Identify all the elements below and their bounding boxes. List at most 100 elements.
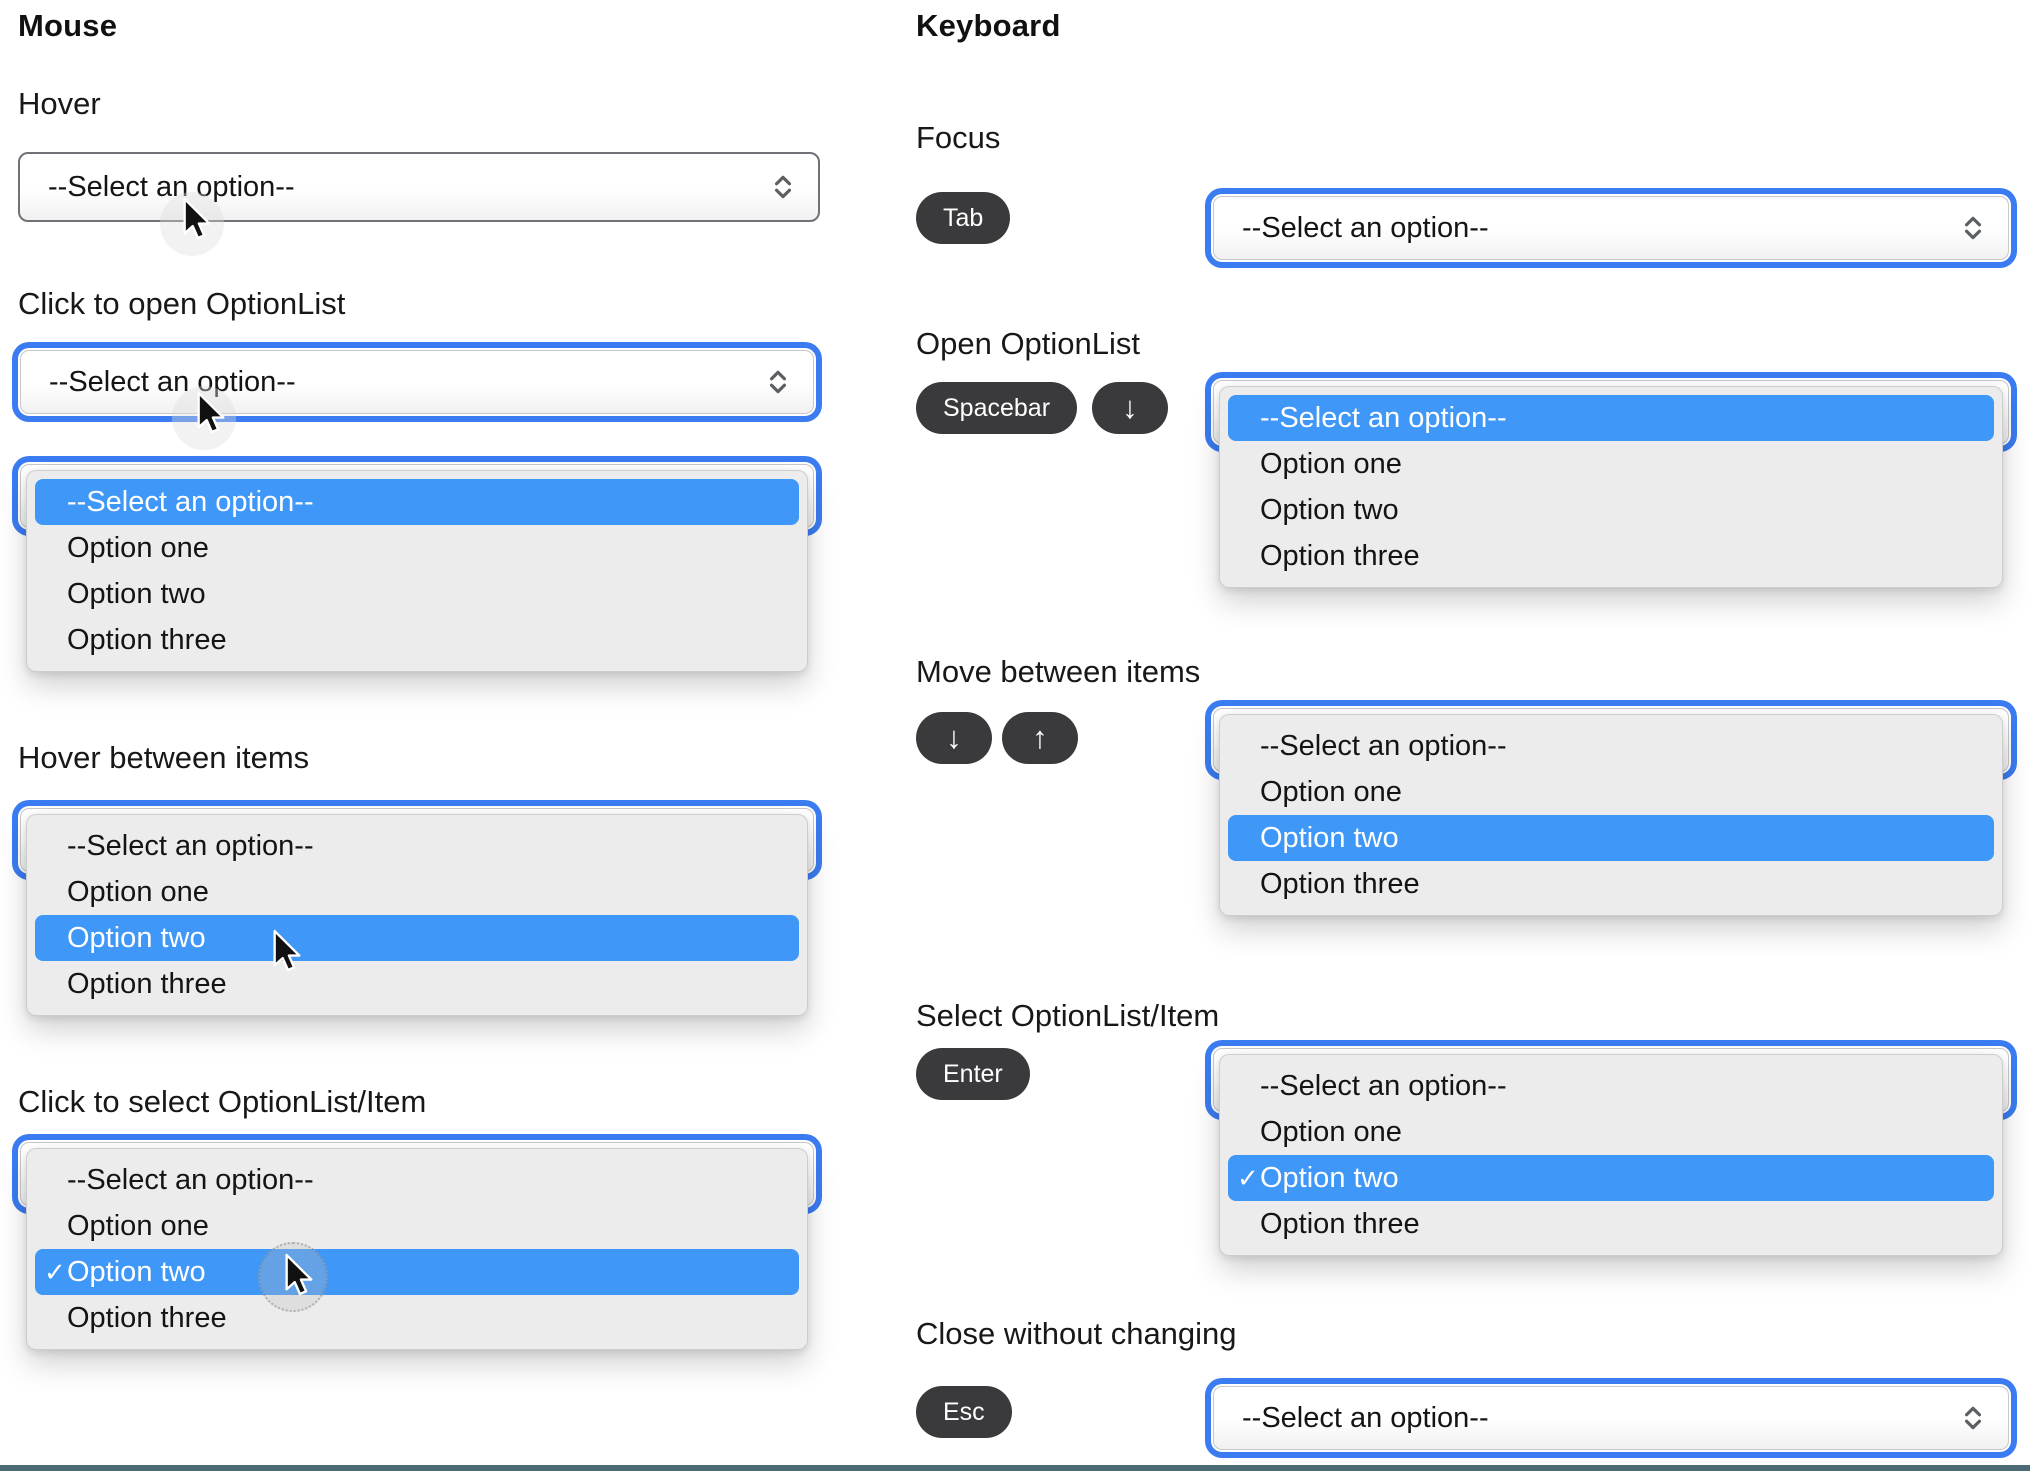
option-label: --Select an option--	[67, 829, 314, 862]
option-label: Option three	[1260, 867, 1420, 900]
optionlist-click-select[interactable]: --Select an option-- Option one ✓ Option…	[12, 1134, 822, 1350]
label-move-items: Move between items	[916, 654, 1201, 689]
select-hover-demo[interactable]: --Select an option--	[18, 152, 820, 222]
option-item[interactable]: Option one	[1228, 1109, 1994, 1155]
option-item[interactable]: Option three	[35, 1295, 799, 1341]
key-spacebar: Spacebar	[916, 382, 1078, 434]
option-label: Option three	[67, 623, 227, 656]
label-click-open: Click to open OptionList	[18, 286, 346, 321]
option-label: Option two	[1260, 821, 1399, 854]
label-hover-items: Hover between items	[18, 740, 310, 775]
option-label: Option two	[1260, 493, 1399, 526]
option-item[interactable]: Option one	[1228, 769, 1994, 815]
option-label: Option one	[67, 875, 209, 908]
bottom-divider	[0, 1465, 2030, 1471]
option-item[interactable]: ✓ Option two	[1228, 1155, 1994, 1201]
key-arrow-down: ↓	[916, 712, 992, 764]
select-value: --Select an option--	[48, 170, 295, 203]
optionlist-click-open[interactable]: --Select an option-- Option one Option t…	[12, 456, 822, 672]
key-esc: Esc	[916, 1386, 1012, 1438]
label-click-select: Click to select OptionList/Item	[18, 1084, 427, 1119]
section-title-keyboard: Keyboard	[916, 8, 1061, 43]
chevron-updown-icon	[769, 370, 787, 394]
option-label: --Select an option--	[67, 1163, 314, 1196]
key-label: Enter	[943, 1059, 1003, 1088]
optionlist-keyboard-open[interactable]: --Select an option-- Option one Option t…	[1205, 372, 2017, 588]
option-label: Option one	[67, 531, 209, 564]
key-arrow-up: ↑	[1002, 712, 1078, 764]
mouse-cursor-icon	[273, 929, 301, 972]
arrow-down-icon: ↓	[946, 720, 962, 755]
key-label: Spacebar	[943, 393, 1051, 422]
arrow-up-icon: ↑	[1032, 720, 1048, 755]
section-title-mouse: Mouse	[18, 8, 118, 43]
select-focus-demo[interactable]: --Select an option--	[1205, 188, 2017, 268]
key-arrow-down: ↓	[1092, 382, 1168, 434]
mouse-cursor-icon	[285, 1253, 313, 1296]
option-label: Option three	[67, 967, 227, 1000]
option-item[interactable]: --Select an option--	[1228, 723, 1994, 769]
option-label: Option two	[67, 1255, 206, 1288]
option-item[interactable]: Option two	[35, 571, 799, 617]
option-item[interactable]: Option two	[1228, 487, 1994, 533]
select-value: --Select an option--	[49, 365, 296, 398]
option-label: Option one	[1260, 775, 1402, 808]
option-item[interactable]: --Select an option--	[1228, 395, 1994, 441]
option-item[interactable]: Option three	[35, 961, 799, 1007]
select-close-demo[interactable]: --Select an option--	[1205, 1378, 2017, 1458]
label-open-optionlist: Open OptionList	[916, 326, 1141, 361]
option-item[interactable]: Option one	[35, 1203, 799, 1249]
option-item[interactable]: Option two	[1228, 815, 1994, 861]
chevron-updown-icon	[1964, 1406, 1982, 1430]
option-label: --Select an option--	[1260, 729, 1507, 762]
optionlist-keyboard-select[interactable]: --Select an option-- Option one ✓ Option…	[1205, 1040, 2017, 1256]
option-item[interactable]: Option three	[35, 617, 799, 663]
option-item[interactable]: --Select an option--	[1228, 1063, 1994, 1109]
option-label: Option two	[67, 921, 206, 954]
key-label: Tab	[943, 203, 984, 232]
arrow-down-icon: ↓	[1122, 390, 1138, 425]
option-label: Option two	[67, 577, 206, 610]
label-select-item: Select OptionList/Item	[916, 998, 1220, 1033]
chevron-updown-icon	[1964, 216, 1982, 240]
option-label: Option one	[1260, 1115, 1402, 1148]
select-value: --Select an option--	[1242, 211, 1489, 244]
option-label: --Select an option--	[1260, 1069, 1507, 1102]
option-item[interactable]: Option three	[1228, 861, 1994, 907]
label-hover: Hover	[18, 86, 101, 121]
option-label: --Select an option--	[67, 485, 314, 518]
mouse-cursor-icon	[197, 391, 225, 434]
option-item[interactable]: Option three	[1228, 533, 1994, 579]
option-item[interactable]: ✓ Option two	[35, 1249, 799, 1295]
check-icon: ✓	[44, 1256, 66, 1287]
key-label: Esc	[943, 1397, 985, 1426]
option-label: Option two	[1260, 1161, 1399, 1194]
option-item[interactable]: Option three	[1228, 1201, 1994, 1247]
option-item[interactable]: Option one	[35, 869, 799, 915]
option-item[interactable]: Option one	[35, 525, 799, 571]
option-list: --Select an option-- Option one Option t…	[26, 814, 808, 1016]
option-list: --Select an option-- Option one ✓ Option…	[26, 1148, 808, 1350]
optionlist-hover-items[interactable]: --Select an option-- Option one Option t…	[12, 800, 822, 1016]
option-label: --Select an option--	[1260, 401, 1507, 434]
page: Mouse Hover --Select an option-- Click t…	[0, 0, 2030, 1471]
label-focus: Focus	[916, 120, 1001, 155]
option-label: Option three	[1260, 539, 1420, 572]
option-item[interactable]: Option two	[35, 915, 799, 961]
option-list: --Select an option-- Option one Option t…	[1219, 714, 2003, 916]
option-item[interactable]: --Select an option--	[35, 823, 799, 869]
option-label: Option one	[67, 1209, 209, 1242]
option-list: --Select an option-- Option one Option t…	[1219, 386, 2003, 588]
optionlist-keyboard-move[interactable]: --Select an option-- Option one Option t…	[1205, 700, 2017, 916]
select-value: --Select an option--	[1242, 1401, 1489, 1434]
chevron-updown-icon	[774, 175, 792, 199]
option-item[interactable]: Option one	[1228, 441, 1994, 487]
option-list: --Select an option-- Option one Option t…	[26, 470, 808, 672]
option-item[interactable]: --Select an option--	[35, 1157, 799, 1203]
mouse-cursor-icon	[183, 197, 211, 240]
option-label: Option three	[1260, 1207, 1420, 1240]
option-list: --Select an option-- Option one ✓ Option…	[1219, 1054, 2003, 1256]
key-enter: Enter	[916, 1048, 1030, 1100]
select-click-open-demo[interactable]: --Select an option--	[12, 342, 822, 422]
option-item[interactable]: --Select an option--	[35, 479, 799, 525]
